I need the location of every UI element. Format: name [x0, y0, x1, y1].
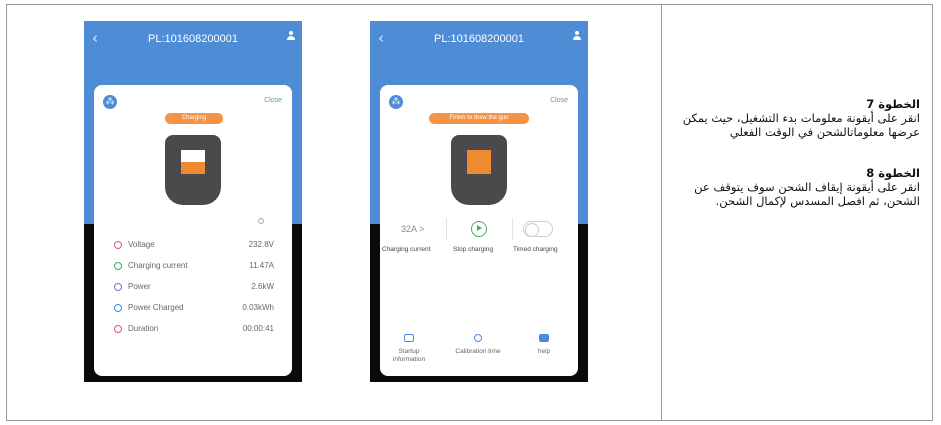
- voltage-icon: [114, 241, 122, 249]
- stat-label: Power Charged: [128, 303, 184, 312]
- stat-label: Voltage: [128, 240, 155, 249]
- close-button[interactable]: Close: [550, 97, 568, 104]
- instructions-column: الخطوة 7 انقر على أيقونة معلومات بدء الت…: [676, 97, 920, 208]
- stats-list: Voltage 232.8V Charging current 11.47A P…: [114, 239, 274, 344]
- power-icon: [114, 283, 122, 291]
- close-button[interactable]: Close: [264, 97, 282, 104]
- step-8: الخطوة 8 انقر على أيقونة إيقاف الشحن سوف…: [676, 166, 920, 208]
- help-icon[interactable]: [539, 334, 549, 342]
- stop-charging-button[interactable]: [471, 221, 487, 237]
- stat-row-current: Charging current 11.47A: [114, 260, 274, 281]
- charging-current-selector[interactable]: 32A >: [401, 224, 424, 234]
- info-icon[interactable]: [404, 334, 414, 342]
- status-pill: Charging: [165, 113, 223, 124]
- separator: [512, 218, 513, 240]
- stat-row-duration: Duration 00:00:41: [114, 323, 274, 344]
- help-label[interactable]: help: [528, 348, 560, 356]
- clock-icon: [114, 325, 122, 333]
- control-label: Charging current: [382, 246, 431, 253]
- charger-icon: [165, 135, 221, 205]
- bluetooth-icon[interactable]: ⁂: [389, 95, 403, 109]
- control-label: Stop charging: [453, 246, 494, 253]
- device-id-title: PL:101608200001: [434, 33, 524, 45]
- refresh-icon[interactable]: [258, 218, 264, 224]
- stat-value: 00:00:41: [242, 324, 274, 333]
- device-id-title: PL:101608200001: [148, 33, 238, 45]
- step-text: انقر على أيقونة إيقاف الشحن سوف يتوقف عن…: [694, 180, 920, 208]
- phone-screenshot-stop-charging: ‹ PL:101608200001 ⁂ Close Finish to draw…: [370, 21, 588, 382]
- step-text: انقر على أيقونة معلومات بدء التشغيل، حيث…: [682, 111, 920, 139]
- stat-value: 11.47A: [249, 261, 274, 270]
- step-title: الخطوة 8: [866, 166, 920, 180]
- stat-label: Duration: [128, 324, 159, 333]
- step-7: الخطوة 7 انقر على أيقونة معلومات بدء الت…: [676, 97, 920, 139]
- current-icon: [114, 262, 122, 270]
- energy-icon: [114, 304, 122, 312]
- stat-row-voltage: Voltage 232.8V: [114, 239, 274, 260]
- user-icon[interactable]: [287, 31, 295, 40]
- startup-info-label[interactable]: Startup information: [384, 348, 434, 364]
- stat-row-power: Power 2.6kW: [114, 281, 274, 302]
- calibration-time-label[interactable]: Calibration time: [444, 348, 512, 356]
- column-divider: [661, 4, 662, 421]
- stat-value: 232.8V: [248, 240, 274, 249]
- control-row: 32A > Charging current Stop charging Tim…: [380, 216, 578, 256]
- phone-screenshot-charging-info: ‹ PL:101608200001 ⁂ Close Charging Volta…: [84, 21, 302, 382]
- stat-value: 2.6kW: [251, 282, 274, 291]
- timed-charging-toggle[interactable]: [523, 221, 553, 237]
- calibration-icon[interactable]: [474, 334, 482, 342]
- charging-info-card: ⁂ Close Charging Voltage 232.8V Charging…: [94, 85, 292, 376]
- stat-value: 0.03kWh: [242, 303, 274, 312]
- charging-control-card: ⁂ Close Finish to draw the gun 32A > Cha…: [380, 85, 578, 376]
- control-label: Timed charging: [513, 246, 558, 253]
- stat-label: Charging current: [128, 261, 188, 270]
- stat-label: Power: [128, 282, 151, 291]
- bluetooth-icon[interactable]: ⁂: [103, 95, 117, 109]
- user-icon[interactable]: [573, 31, 581, 40]
- step-title: الخطوة 7: [866, 97, 920, 111]
- separator: [446, 218, 447, 240]
- stat-row-power-charged: Power Charged 0.03kWh: [114, 302, 274, 323]
- charger-icon: [451, 135, 507, 205]
- status-pill: Finish to draw the gun: [429, 113, 529, 124]
